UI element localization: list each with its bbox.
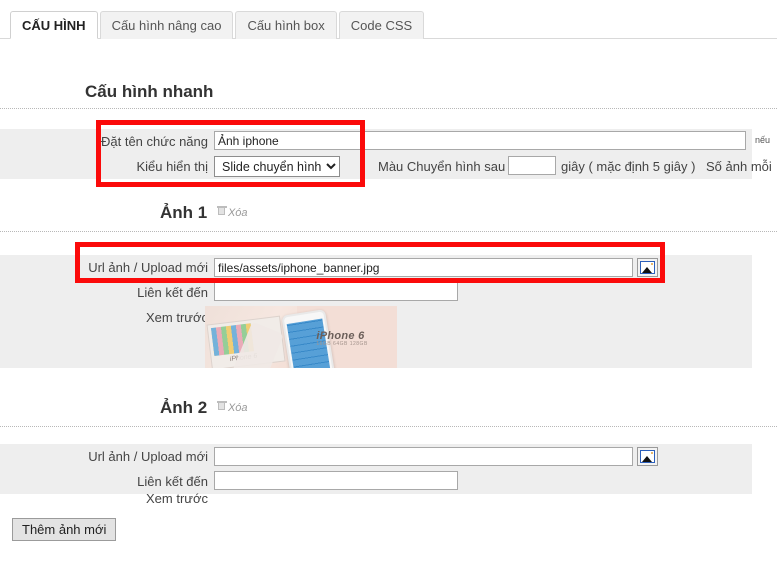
function-name-hint: nếu [755,135,771,145]
tab-cau-hinh[interactable]: CẤU HÌNH [10,11,98,39]
transition-delay-unit: giây ( mặc định 5 giây ) [561,159,696,174]
image-2-preview-label: Xem trước [145,491,208,506]
add-image-button[interactable]: Thêm ảnh mới [12,518,117,541]
image-2-delete-label: Xóa [227,402,248,414]
image-1-picker-icon[interactable] [637,258,658,277]
separator-quick-config [0,108,777,109]
image-1-url-label: Url ảnh / Upload mới [88,260,208,275]
separator-image-2 [0,426,777,427]
image-2-picker-icon[interactable] [637,447,658,466]
image-2-heading-text: Ảnh 2 [160,398,208,417]
image-1-delete-label: Xóa [227,207,248,219]
picture-icon [640,261,655,274]
image-2-url-label: Url ảnh / Upload mới [88,449,208,464]
quick-config-heading: Cấu hình nhanh [85,82,214,101]
image-2-url-input[interactable] [214,447,633,466]
tab-code-css[interactable]: Code CSS [338,11,425,39]
image-1-link-label: Liên kết đến [137,285,208,300]
picture-icon [640,450,655,463]
transition-delay-input[interactable] [508,156,556,175]
image-1-link-input[interactable] [214,282,458,301]
tab-cau-hinh-box[interactable]: Cấu hình box [235,11,337,39]
tab-bar: CẤU HÌNH Cấu hình nâng cao Cấu hình box … [0,0,777,39]
separator-image-1 [0,231,777,232]
function-name-input[interactable] [214,131,746,150]
display-type-label: Kiểu hiển thị [136,159,208,174]
trash-icon [216,206,227,215]
image-1-url-input[interactable] [214,258,633,277]
image-2-link-input[interactable] [214,471,458,490]
tab-cau-hinh-nang-cao[interactable]: Cấu hình nâng cao [99,11,234,39]
display-type-select[interactable]: Slide chuyển hình [214,156,340,177]
image-2-delete-link[interactable]: Xóa [216,401,248,414]
image-1-preview-label: Xem trước [145,310,208,325]
transition-delay-label: Màu Chuyển hình sau [378,159,506,174]
image-1-preview-thumbnail: iPhone 6 iPhone 6 16GB 64GB 128GB [205,306,397,368]
function-name-label: Đặt tên chức năng [101,134,208,149]
trash-icon [216,401,227,410]
preview-subtitle: 16GB 64GB 128GB [316,340,368,347]
image-1-delete-link[interactable]: Xóa [216,206,248,219]
image-1-heading-text: Ảnh 1 [160,203,208,222]
image-2-heading: Ảnh 2 Xóa [160,398,248,418]
image-1-heading: Ảnh 1 Xóa [160,203,248,223]
images-per-row-label: Số ảnh mỗi [706,159,772,174]
